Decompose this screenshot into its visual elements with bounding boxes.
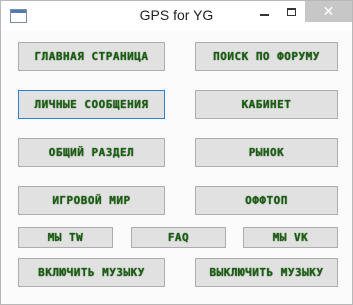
app-window: GPS for YG ✕ ГЛАВНАЯ СТРАНИЦА ПОИСК ПО Ф… xyxy=(0,0,353,305)
general-section-button[interactable]: ОБЩИЙ РАЗДЕЛ xyxy=(18,138,165,167)
close-icon: ✕ xyxy=(322,3,335,20)
home-page-button[interactable]: ГЛАВНАЯ СТРАНИЦА xyxy=(18,42,165,71)
cabinet-button[interactable]: КАБИНЕТ xyxy=(195,90,338,119)
music-on-button[interactable]: ВКЛЮЧИТЬ МУЗЫКУ xyxy=(18,258,165,287)
forum-search-button[interactable]: ПОИСК ПО ФОРУМУ xyxy=(195,42,338,71)
maximize-icon xyxy=(287,7,296,16)
we-tw-button[interactable]: МЫ TW xyxy=(18,227,113,248)
close-button[interactable]: ✕ xyxy=(305,1,352,22)
music-off-button[interactable]: ВЫКЛЮЧИТЬ МУЗЫКУ xyxy=(195,258,338,287)
offtopic-button[interactable]: ОФФТОП xyxy=(195,186,338,215)
title-bar[interactable]: GPS for YG ✕ xyxy=(1,1,352,31)
minimize-icon xyxy=(260,13,269,16)
faq-button[interactable]: FAQ xyxy=(131,227,226,248)
private-messages-button[interactable]: ЛИЧНЫЕ СООБЩЕНИЯ xyxy=(18,90,165,119)
game-world-button[interactable]: ИГРОВОЙ МИР xyxy=(18,186,165,215)
market-button[interactable]: РЫНОК xyxy=(195,138,338,167)
we-vk-button[interactable]: МЫ VK xyxy=(243,227,338,248)
minimize-button[interactable] xyxy=(251,1,278,22)
maximize-button[interactable] xyxy=(278,1,305,22)
